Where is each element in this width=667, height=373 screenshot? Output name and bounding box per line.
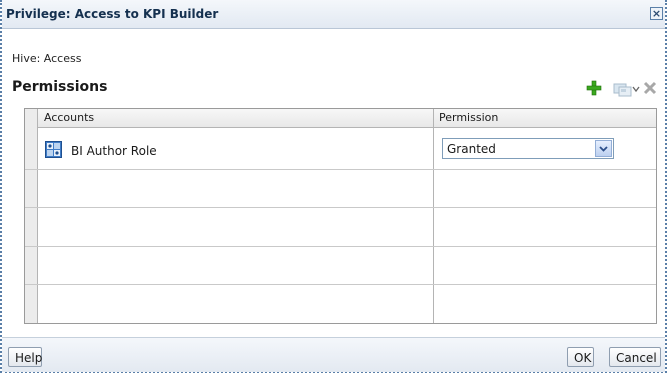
privilege-dialog: Privilege: Access to KPI Builder × Hive:…: [0, 0, 667, 373]
close-icon[interactable]: ×: [650, 7, 663, 20]
account-name[interactable]: BI Author Role: [71, 144, 157, 158]
dialog-footer: Help OK Cancel: [2, 337, 665, 372]
row-header-column: [25, 109, 38, 323]
column-divider: [433, 109, 434, 323]
row-divider: [25, 207, 656, 208]
row-divider: [25, 284, 656, 285]
permission-select[interactable]: Granted: [442, 138, 614, 159]
cancel-button[interactable]: Cancel: [609, 347, 661, 367]
dialog-title: Privilege: Access to KPI Builder: [6, 7, 219, 21]
delete-icon[interactable]: [643, 81, 657, 95]
row-divider: [25, 169, 656, 170]
column-header-permission[interactable]: Permission: [439, 111, 498, 124]
chevron-down-icon[interactable]: [632, 85, 640, 93]
help-button[interactable]: Help: [8, 347, 42, 367]
permissions-heading: Permissions: [12, 79, 108, 95]
chevron-down-icon[interactable]: [595, 140, 612, 157]
ok-button[interactable]: OK: [567, 347, 594, 367]
column-header-accounts[interactable]: Accounts: [44, 111, 94, 124]
dialog-titlebar: Privilege: Access to KPI Builder ×: [2, 0, 665, 29]
row-divider: [25, 246, 656, 247]
permissions-table: Accounts Permission BI Author Role Grant…: [24, 108, 657, 324]
permission-select-value: Granted: [447, 142, 496, 156]
application-role-icon: [45, 141, 62, 158]
table-header-row: Accounts Permission: [25, 109, 656, 128]
add-icon[interactable]: [586, 80, 602, 96]
hive-label: Hive: Access: [12, 52, 82, 65]
